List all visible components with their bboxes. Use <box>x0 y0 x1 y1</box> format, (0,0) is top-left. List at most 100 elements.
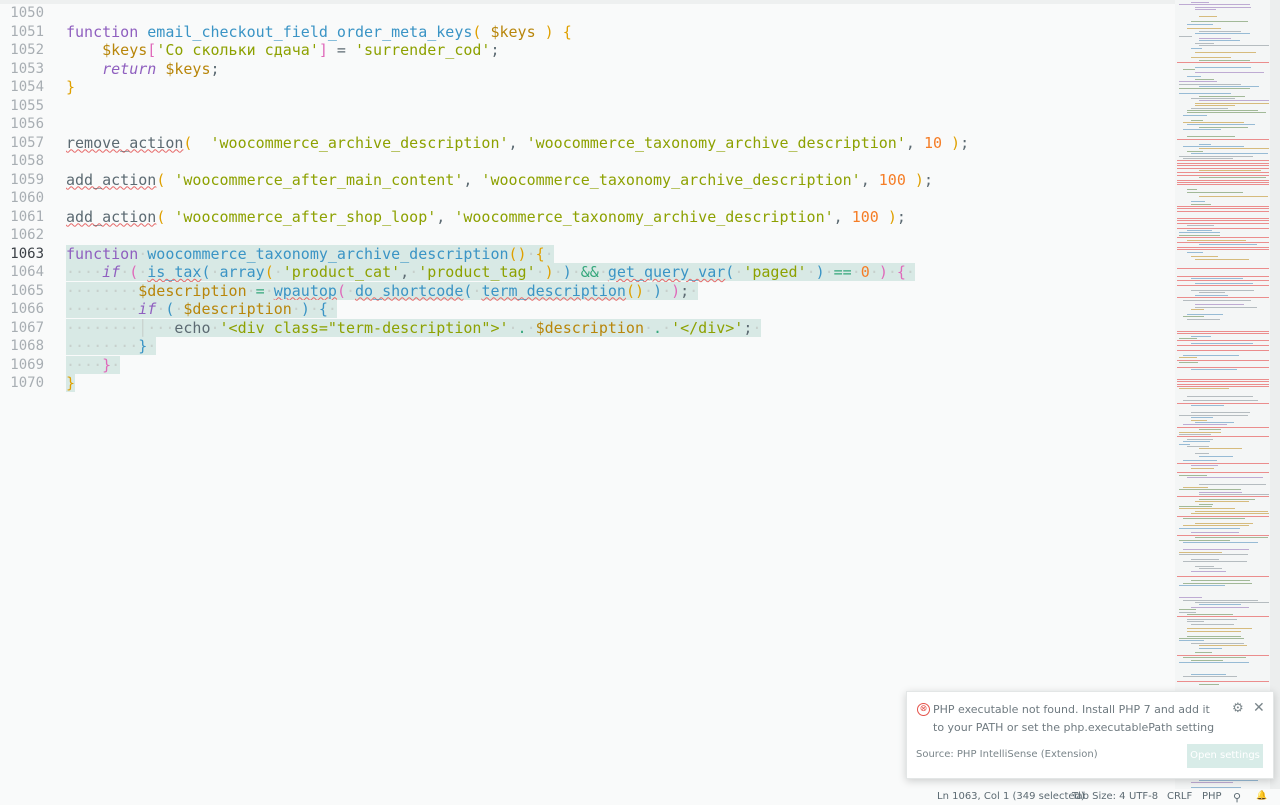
code-token: 'Со скольки сдача' <box>156 41 319 59</box>
end-of-line[interactable]: CRLF <box>1167 791 1192 802</box>
vertical-scrollbar[interactable] <box>1270 0 1280 805</box>
line-number: 1061 <box>10 208 44 225</box>
minimap-line <box>1191 786 1241 788</box>
code-line[interactable]: 1054} <box>0 78 1175 97</box>
code-line[interactable]: 1052 $keys['Со скольки сдача'] = 'surren… <box>0 41 1175 60</box>
close-icon[interactable]: ✕ <box>1253 700 1265 716</box>
code-token: · <box>887 263 897 281</box>
minimap[interactable] <box>1175 0 1280 805</box>
minimap-line <box>1177 138 1269 140</box>
gear-icon[interactable]: ⚙ <box>1232 701 1244 716</box>
minimap-line <box>1199 59 1250 61</box>
feedback-icon[interactable]: ⚲ <box>1233 791 1241 804</box>
code-line[interactable]: 1070} <box>0 374 1175 393</box>
minimap-line <box>1199 683 1219 685</box>
minimap-line <box>1199 45 1269 47</box>
code-line[interactable]: 1068 ········}· <box>0 337 1175 356</box>
code-token: add_action <box>66 207 157 226</box>
code-token: ········ <box>66 300 139 318</box>
error-icon: ⊗ <box>917 703 930 716</box>
minimap-line <box>1179 527 1240 529</box>
minimap-line <box>1177 402 1269 404</box>
notification-message: PHP executable not found. Install PHP 7 … <box>933 703 1215 734</box>
code-line[interactable]: 1069 ····}· <box>0 355 1175 375</box>
code-token: ) <box>671 281 681 300</box>
code-line[interactable]: 1060 <box>0 189 1175 208</box>
minimap-line <box>1191 290 1254 291</box>
code-token: 10 <box>923 133 942 152</box>
code-token: } <box>66 374 76 392</box>
code-token: · <box>120 263 130 281</box>
code-token: ) <box>914 170 924 189</box>
code-token: · <box>734 263 744 281</box>
minimap-line <box>1195 42 1214 44</box>
language-mode[interactable]: PHP <box>1202 791 1222 802</box>
code-line[interactable]: 1063 function·woocommerce_taxonomy_archiv… <box>0 244 1175 264</box>
code-line[interactable]: 1065 ········$description·=·wpautop(·do_s… <box>0 281 1175 301</box>
minimap-line <box>1177 268 1269 270</box>
line-content: $keys['Со скольки сдача'] = 'surrender_c… <box>66 41 499 60</box>
code-token: } <box>102 355 112 374</box>
code-token: echo <box>174 318 211 337</box>
line-number: 1063 <box>10 245 44 262</box>
code-token: , <box>833 207 852 226</box>
minimap-line <box>1187 225 1214 227</box>
code-token: · <box>905 263 915 281</box>
code-line[interactable]: 1066 ········if·(·$description·)·{· <box>0 300 1175 319</box>
minimap-line <box>1199 568 1222 570</box>
code-token: ) <box>300 300 310 318</box>
code-token: · <box>156 300 166 318</box>
code-token: } <box>66 78 76 96</box>
code-line[interactable]: 1061 add_action( 'woocommerce_after_shop_… <box>0 208 1175 227</box>
cursor-position[interactable]: Ln 1063, Col 1 (349 selected) <box>937 791 1085 802</box>
minimap-line <box>1179 234 1220 236</box>
code-line[interactable]: 1050 <box>0 4 1175 23</box>
minimap-line <box>1179 551 1222 553</box>
code-line[interactable]: 1055 <box>0 97 1175 116</box>
code-token: && <box>580 263 599 281</box>
code-line[interactable]: 1058 <box>0 152 1175 171</box>
minimap-line <box>1187 110 1258 111</box>
code-token: ; <box>896 207 906 226</box>
code-line[interactable]: 1051 function email_checkout_field_order_… <box>0 23 1175 42</box>
minimap-line <box>1179 640 1204 642</box>
minimap-line <box>1177 165 1269 167</box>
code-token: ) <box>544 263 554 281</box>
encoding[interactable]: UTF-8 <box>1129 791 1158 802</box>
code-token: , <box>860 170 879 189</box>
code-line[interactable]: 1067 ········│···echo·'<div class="term-d… <box>0 318 1175 338</box>
minimap-line <box>1199 292 1225 294</box>
code-line[interactable]: 1062 <box>0 226 1175 245</box>
minimap-line <box>1199 645 1247 647</box>
tab-size[interactable]: Tab Size: 4 <box>1072 791 1126 802</box>
minimap-line <box>1199 86 1259 87</box>
minimap-line <box>1191 342 1253 344</box>
minimap-line <box>1195 501 1249 503</box>
minimap-line <box>1191 532 1239 534</box>
code-line[interactable]: 1057 remove_action( 'woocommerce_archive_… <box>0 134 1175 153</box>
minimap-line <box>1199 40 1240 42</box>
code-token: ) <box>544 22 554 41</box>
code-line[interactable]: 1056 <box>0 115 1175 134</box>
code-editor[interactable]: 1050 1051 function email_checkout_field_or… <box>0 4 1175 789</box>
code-token: · <box>508 318 518 337</box>
code-token: ) <box>887 207 897 226</box>
code-token: $keys <box>165 59 211 78</box>
minimap-line <box>1179 597 1202 599</box>
open-settings-button[interactable]: Open settings <box>1187 744 1263 768</box>
code-line[interactable]: 1064 ····if·(·is_tax(·array(·'product_cat… <box>0 263 1175 282</box>
notification-toast: ⊗ PHP executable not found. Install PHP … <box>906 691 1274 779</box>
code-line[interactable]: 1053 return $keys; <box>0 60 1175 79</box>
minimap-line <box>1177 426 1269 428</box>
line-content: ········if·(·$description·)·{· <box>66 300 337 319</box>
code-line[interactable]: 1059 add_action( 'woocommerce_after_main_… <box>0 171 1175 190</box>
line-content: add_action( 'woocommerce_after_shop_loop… <box>66 208 906 227</box>
bell-icon[interactable]: 🔔 <box>1256 791 1267 801</box>
code-token: · <box>273 263 283 281</box>
minimap-line <box>1199 779 1258 781</box>
minimap-line <box>1191 606 1249 608</box>
